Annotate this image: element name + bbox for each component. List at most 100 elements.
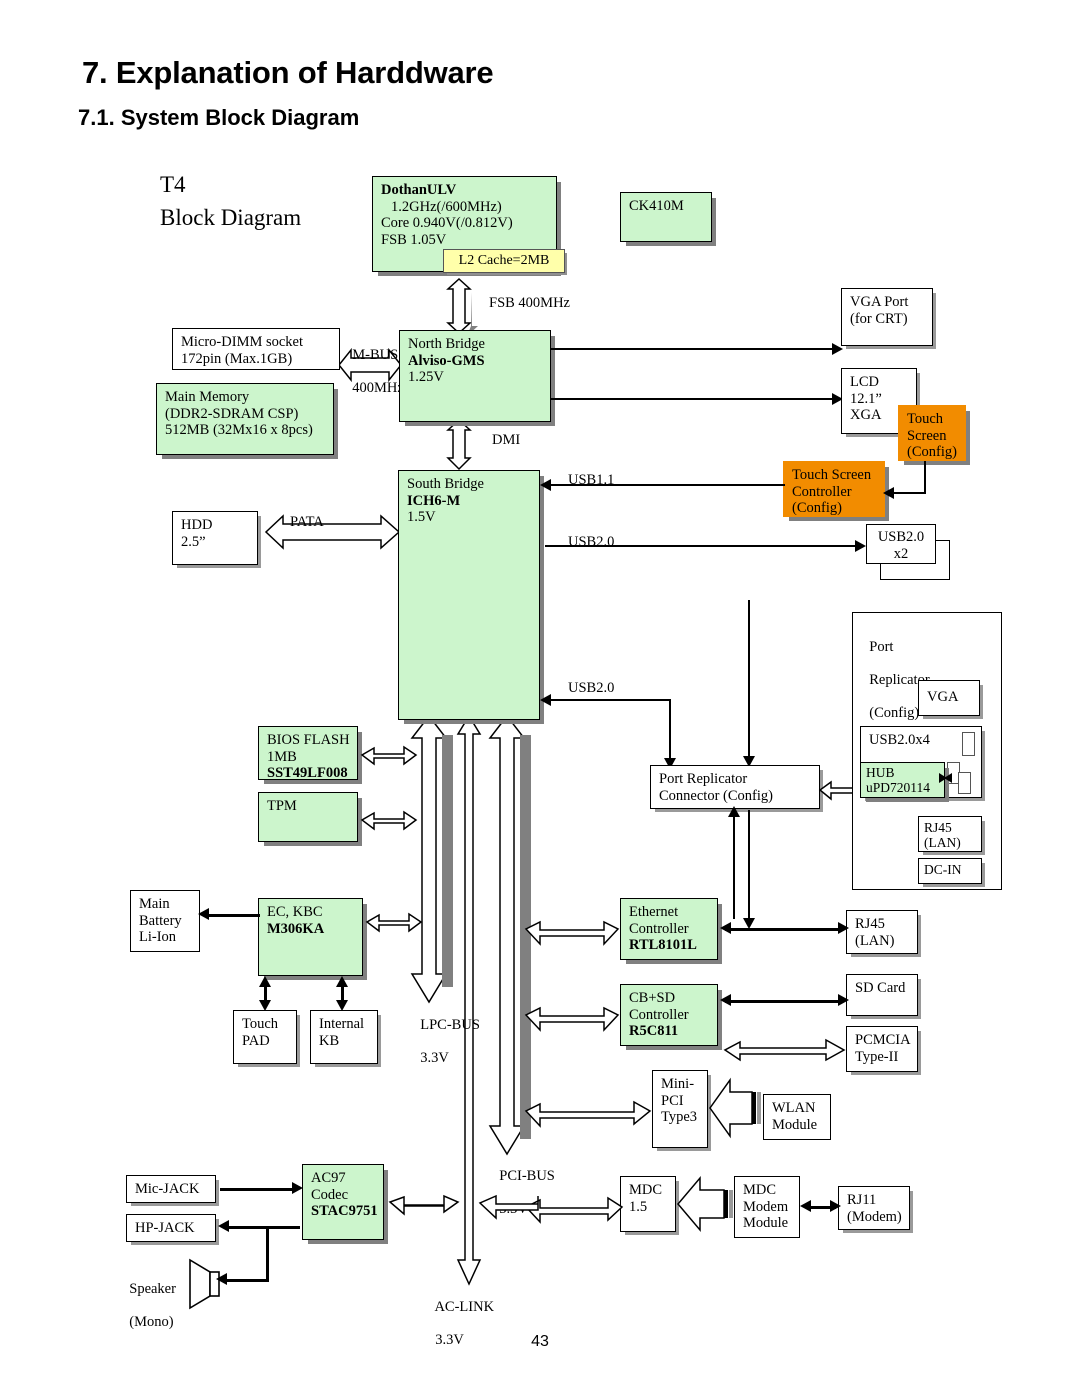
wlan-to-minipci-arrow xyxy=(706,1072,764,1146)
lpc-bus-label: LPC-BUS 3.3V xyxy=(413,1000,480,1066)
pr-hub-block: HUB uPD720114 xyxy=(860,762,945,798)
battery-line3: Li-Ion xyxy=(139,929,177,945)
sb-to-usb2x2-arrowhead xyxy=(855,540,866,552)
l2-cache-block: L2 Cache=2MB xyxy=(443,249,565,273)
south-bridge-block: South Bridge ICH6-M 1.5V xyxy=(398,470,540,720)
speaker-icon xyxy=(186,1258,226,1315)
replicator-feed-vline xyxy=(748,600,751,760)
pr-usb-label: USB2.0x4 xyxy=(869,732,930,748)
prc-bottom-feed-line xyxy=(733,809,736,919)
hdd-line2: 2.5” xyxy=(181,533,206,550)
touch-screen-controller-block: Touch Screen Controller (Config) xyxy=(783,461,885,517)
touchpad-line1: Touch xyxy=(242,1016,279,1032)
rj45-lan-block: RJ45 (LAN) xyxy=(846,910,918,954)
mbus-label-line2: 400MHz xyxy=(352,379,404,396)
mini-pci-block: Mini- PCI Type3 xyxy=(652,1070,708,1148)
micro-dimm-socket-block: Micro-DIMM socket 172pin (Max.1GB) xyxy=(172,328,340,370)
ec-kbc-block: EC, KBC M306KA xyxy=(258,898,363,976)
ec-to-battery-arrowhead xyxy=(198,908,209,920)
mdcmod-line3: Module xyxy=(743,1215,789,1231)
hdd-block: HDD 2.5” xyxy=(172,511,258,565)
lpc-label-line2: 3.3V xyxy=(420,1049,449,1066)
nb-to-lcd-line xyxy=(551,398,834,401)
ac97-part: STAC9751 xyxy=(311,1203,378,1219)
rj45-line2: (LAN) xyxy=(855,932,895,949)
hdd-line1: HDD xyxy=(181,517,213,533)
mdc-modem-module-block: MDC Modem Module xyxy=(734,1176,800,1238)
prc-line1: Port Replicator xyxy=(659,771,748,787)
main-memory-block: Main Memory (DDR2-SDRAM CSP) 512MB (32Mx… xyxy=(156,383,334,455)
internal-kb-block: Internal KB xyxy=(310,1010,378,1064)
ts-line2: Screen xyxy=(907,427,947,444)
usb2x2-line1: USB2.0 xyxy=(877,529,925,545)
ac-link-label: AC-LINK 3.3V xyxy=(428,1282,494,1348)
bios-to-lpc-arrow xyxy=(360,733,418,773)
tsc-line1: Touch Screen xyxy=(792,467,872,483)
tpm-block: TPM xyxy=(258,792,358,842)
pr-line1: Port xyxy=(869,638,894,655)
port-replicator-connector-block: Port Replicator Connector (Config) xyxy=(650,765,820,809)
bios-part: SST49LF008 xyxy=(267,765,348,781)
cbsd-to-sd-line xyxy=(725,1000,843,1003)
rj45-line1: RJ45 xyxy=(855,916,885,932)
ts-line1: Touch xyxy=(907,411,944,427)
ec-to-kb-arrowhead-up xyxy=(336,976,348,987)
cbsd-controller-block: CB+SD Controller R5C811 xyxy=(620,984,718,1046)
touch-screen-block: Touch Screen (Config) xyxy=(898,405,966,461)
rj45-to-eth-arrowhead xyxy=(720,922,731,934)
main-battery-block: Main Battery Li-Ion xyxy=(130,890,200,952)
rj11-block: RJ11 (Modem) xyxy=(838,1186,910,1230)
memory-line2: (DDR2-SDRAM CSP) xyxy=(165,405,299,422)
hub-port-arrowhead-left xyxy=(944,773,952,783)
mbus-label-line1: M-BUS xyxy=(352,346,399,363)
hub-line2: uPD720114 xyxy=(866,780,931,795)
pr-rj45-line1: RJ45 xyxy=(924,820,952,835)
ec-to-touchpad-arrowhead-up xyxy=(259,976,271,987)
cpu-fsb-voltage: FSB 1.05V xyxy=(381,231,447,248)
kb-line1: Internal xyxy=(319,1016,365,1032)
touch-pad-block: Touch PAD xyxy=(233,1010,297,1064)
tsc-line2: Controller xyxy=(792,483,852,500)
ac97-line2: Codec xyxy=(311,1186,349,1203)
wlan-line2: Module xyxy=(772,1116,818,1133)
ac97-line1: AC97 xyxy=(311,1170,346,1186)
pata-label: PATA xyxy=(290,514,324,530)
nb-to-vga-line xyxy=(551,348,834,351)
vga-port-block: VGA Port (for CRT) xyxy=(841,288,933,346)
dmi-bus-arrow xyxy=(446,418,481,471)
pci-to-cbsd-arrow xyxy=(524,992,620,1038)
north-bridge-block: North Bridge Alviso-GMS 1.25V xyxy=(399,330,551,422)
sd-to-cbsd-arrowhead xyxy=(720,994,731,1006)
section-title: 7.1. System Block Diagram xyxy=(78,105,359,131)
bios-line2: 1MB xyxy=(267,748,297,765)
prc-line2: Connector (Config) xyxy=(659,787,773,804)
rj11-line2: (Modem) xyxy=(847,1208,902,1225)
cbsd-to-sd-arrowhead xyxy=(838,994,849,1006)
ts-to-tsc-vline xyxy=(924,461,927,494)
diagram-title-line2: Block Diagram xyxy=(160,205,302,230)
eth-line1: Ethernet xyxy=(629,904,679,920)
memory-line3: 512MB (32Mx16 x 8pcs) xyxy=(165,422,313,438)
ac97-to-speaker-line xyxy=(226,1279,268,1282)
mdcmod-line2: Modem xyxy=(743,1198,789,1215)
vga-line2: (for CRT) xyxy=(850,310,908,327)
eth-to-rj45-arrowhead xyxy=(838,922,849,934)
ec-part: M306KA xyxy=(267,920,325,937)
hub-line1: HUB xyxy=(866,765,895,780)
mic-to-ac97-arrowhead xyxy=(292,1182,303,1194)
usb2-x2-block: USB2.0 x2 xyxy=(866,524,936,564)
dmi-label: DMI xyxy=(492,432,521,448)
prc-bottom-feed-arrowhead xyxy=(728,806,740,817)
ac97-out-vline xyxy=(266,1226,269,1282)
cbsd-line1: CB+SD xyxy=(629,990,676,1006)
sb-usb20-elbow-hline xyxy=(545,699,671,702)
battery-line1: Main xyxy=(139,896,170,912)
aclink-label-line1: AC-LINK xyxy=(434,1298,495,1315)
bios-line1: BIOS FLASH xyxy=(267,732,350,748)
touchpad-line2: PAD xyxy=(242,1032,270,1049)
cbsd-part: R5C811 xyxy=(629,1023,679,1039)
pci-to-ethernet-arrow xyxy=(524,906,620,952)
pr-rj45-line2: (LAN) xyxy=(924,835,961,850)
mdcmod-line1: MDC xyxy=(743,1182,777,1198)
sb-to-usb2x2-line xyxy=(545,545,859,548)
